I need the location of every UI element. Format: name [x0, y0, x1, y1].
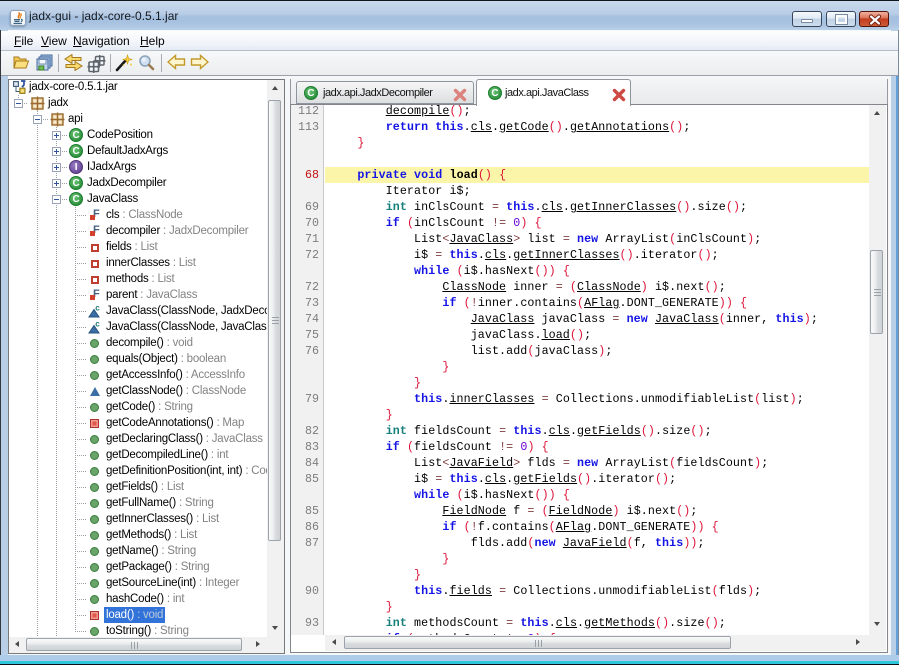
svg-text:c: c: [95, 304, 100, 313]
svg-text:c: c: [95, 320, 100, 329]
